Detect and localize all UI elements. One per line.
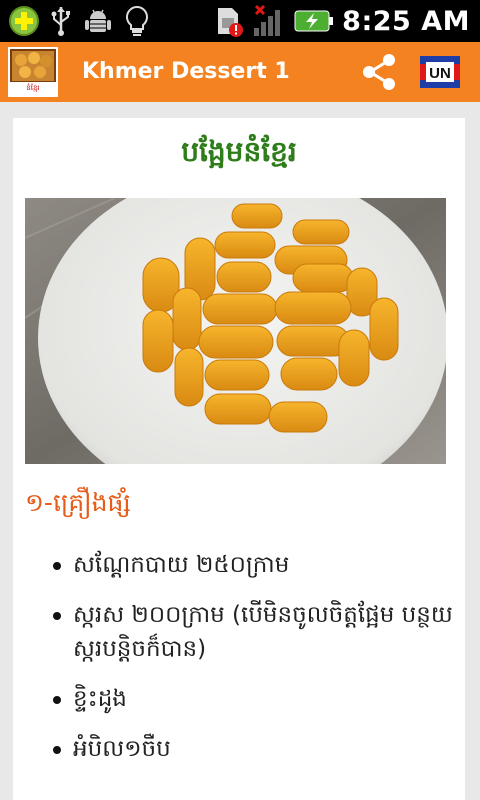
share-icon[interactable] [358,51,400,93]
dessert-photo [25,198,446,464]
app-logo[interactable]: នំខ្មែរ [8,47,58,97]
language-flag-button[interactable]: UN [420,56,460,88]
status-bar-notifications [8,3,150,39]
app-logo-text: នំខ្មែរ [26,84,40,92]
ingredient-item: ខ្ទិះដូង [53,682,453,716]
battery-charging-icon [294,10,334,32]
usb-icon [51,7,70,36]
lightbulb-icon [126,5,148,36]
flag-icon: UN [420,56,460,88]
status-bar: 8:25 AM [0,0,480,42]
add-icon [9,6,39,36]
recipe-title: បង្អែមនំខ្មែរ [181,135,297,168]
ingredients-list: សណ្តែកបាយ ២៥០ក្រាម ស្ករស ២០០ក្រាម (បើមិន… [53,548,453,782]
status-bar-system: 8:25 AM [214,0,470,42]
signal-icon [254,4,281,36]
app-title: Khmer Dessert 1 [82,59,290,84]
ingredient-item: ស្ករស ២០០ក្រាម (បើមិនចូលចិត្តផ្អែម បន្ថយ… [53,598,453,666]
action-bar: នំខ្មែរ Khmer Dessert 1 UN [0,42,480,102]
ingredient-item: សណ្តែកបាយ ២៥០ក្រាម [53,548,453,582]
android-debug-icon [85,9,111,32]
ingredients-heading: ១-គ្រឿងផ្សំ [25,488,131,517]
recipe-card: បង្អែមនំខ្មែរ ១-គ្រឿងផ្សំ សណ្តែកបាយ ២៥០ក… [13,118,465,800]
ingredient-item: អំបិល១ចឺប [53,732,453,766]
sim-alert-icon [218,8,244,37]
language-badge-text: UN [429,65,451,82]
status-time: 8:25 AM [342,5,470,37]
